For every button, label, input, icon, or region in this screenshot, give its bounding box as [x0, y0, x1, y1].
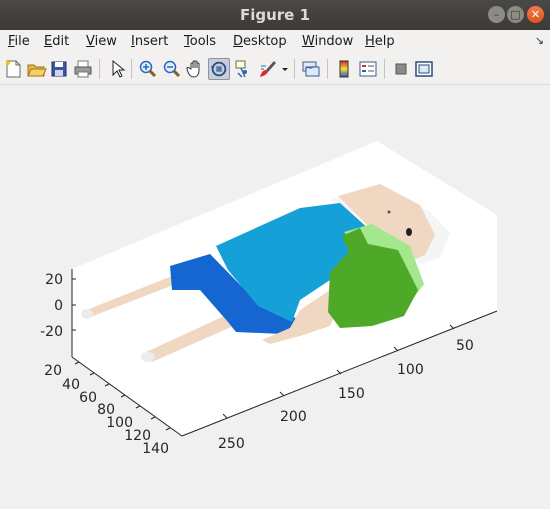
data-cursor-button[interactable] — [233, 58, 255, 80]
menu-bar: File Edit View Insert Tools Desktop Wind… — [0, 30, 550, 55]
y-tick-label: 20 — [44, 363, 62, 379]
new-figure-button[interactable] — [2, 58, 24, 80]
hand-icon — [186, 60, 200, 78]
printer-icon — [74, 60, 92, 78]
menu-file[interactable]: File — [8, 34, 30, 49]
brush-dropdown-button[interactable] — [279, 58, 291, 80]
x-tick-label: 150 — [338, 386, 365, 402]
menu-help[interactable]: Help — [365, 34, 395, 49]
x-tick-label: 200 — [280, 409, 307, 425]
zoom-out-button[interactable] — [161, 58, 183, 80]
rotate-3d-icon — [210, 61, 227, 77]
pan-button[interactable] — [185, 58, 207, 80]
maximize-button[interactable]: □ — [507, 6, 524, 23]
hide-plot-tools-icon — [395, 63, 407, 75]
minimize-icon: – — [493, 8, 500, 21]
toolbar-separator — [327, 59, 328, 79]
print-button[interactable] — [72, 58, 94, 80]
save-button[interactable] — [48, 58, 70, 80]
pointer-arrow-icon — [112, 59, 126, 78]
toolbar-separator — [294, 59, 295, 79]
menu-edit[interactable]: Edit — [44, 34, 69, 49]
show-plot-tools-icon — [415, 61, 433, 77]
dropdown-arrow-icon — [282, 68, 288, 71]
toolbar-separator — [384, 59, 385, 79]
eye — [406, 228, 412, 236]
link-plot-icon — [302, 61, 320, 77]
eye — [387, 210, 391, 214]
x-tick-label: 250 — [218, 436, 245, 452]
insert-colorbar-button[interactable] — [333, 58, 355, 80]
link-plot-button[interactable] — [300, 58, 322, 80]
maximize-icon: □ — [510, 8, 521, 21]
rotate-3d-button[interactable] — [208, 58, 230, 80]
shoe-upper — [81, 309, 93, 319]
minimize-button[interactable]: – — [488, 6, 505, 23]
plot-3d-axes[interactable]: 20 0 -20 20 40 60 80 100 120 140 50 100 … — [0, 85, 550, 505]
menu-tools[interactable]: Tools — [184, 34, 216, 49]
y-tick-label: 60 — [79, 390, 97, 406]
x-tick-label: 100 — [397, 362, 424, 378]
colorbar-icon — [339, 60, 349, 78]
y-tick-label: 140 — [142, 441, 169, 457]
close-icon: ✕ — [530, 8, 541, 21]
z-tick-label: -20 — [40, 324, 63, 340]
figure-toolbar — [0, 54, 550, 85]
menu-insert[interactable]: Insert — [131, 34, 168, 49]
figure-canvas[interactable]: 20 0 -20 20 40 60 80 100 120 140 50 100 … — [0, 85, 550, 505]
open-file-button[interactable] — [25, 58, 47, 80]
menu-desktop[interactable]: Desktop — [233, 34, 287, 49]
folder-icon — [27, 64, 47, 77]
z-tick-label: 0 — [54, 298, 63, 314]
brush-button[interactable] — [257, 58, 279, 80]
toolbar-separator — [99, 59, 100, 79]
close-button[interactable]: ✕ — [527, 6, 544, 23]
zoom-in-icon — [139, 60, 157, 78]
legend-icon — [359, 61, 377, 77]
x-tick-label: 50 — [456, 338, 474, 354]
zoom-in-button[interactable] — [137, 58, 159, 80]
new-file-icon — [6, 60, 21, 78]
data-cursor-icon — [235, 60, 247, 78]
floppy-disk-icon — [51, 61, 67, 77]
hide-plot-tools-button[interactable] — [390, 58, 412, 80]
z-tick-label: 20 — [45, 272, 63, 288]
menu-window[interactable]: Window — [302, 34, 353, 49]
window-titlebar: Figure 1 – □ ✕ — [0, 0, 550, 30]
brush-icon — [260, 61, 276, 77]
window-title: Figure 1 — [239, 6, 311, 24]
edit-plot-button[interactable] — [106, 58, 128, 80]
toolbar-separator — [131, 59, 132, 79]
show-plot-tools-button[interactable] — [413, 58, 435, 80]
insert-legend-button[interactable] — [357, 58, 379, 80]
dock-arrow-icon[interactable]: ↘ — [535, 34, 544, 47]
y-tick-label: 40 — [62, 377, 80, 393]
menu-view[interactable]: View — [86, 34, 117, 49]
shoe-lower — [141, 352, 155, 362]
zoom-out-icon — [163, 60, 181, 78]
